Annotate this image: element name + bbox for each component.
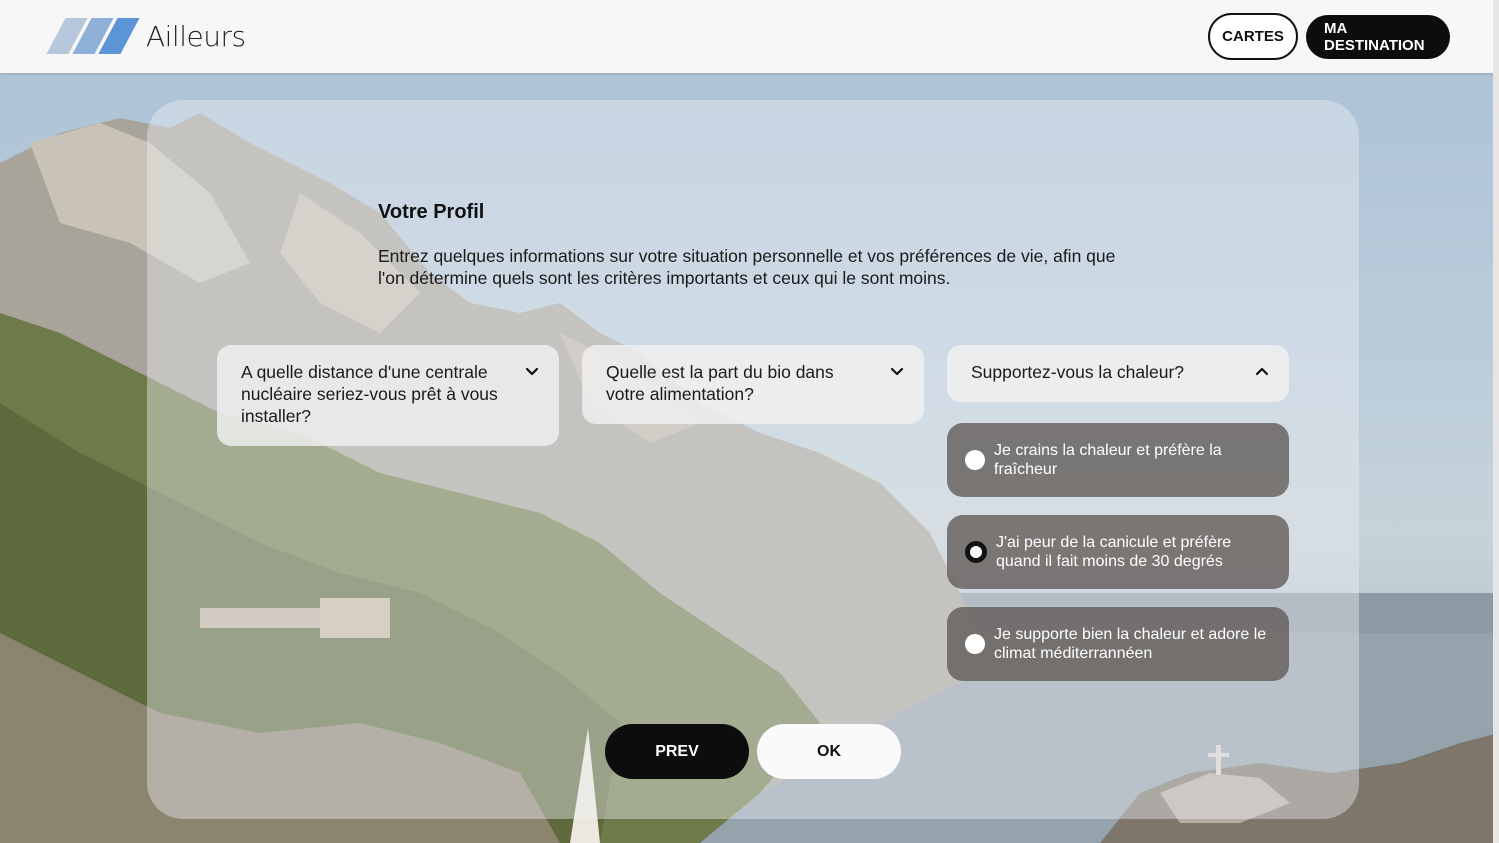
question-label: A quelle distance d'une centrale nucléai… — [241, 362, 498, 426]
logo-stripes-icon — [46, 18, 140, 54]
cartes-button[interactable]: CARTES — [1208, 13, 1298, 60]
heat-option-fear-heat[interactable]: Je crains la chaleur et préfère la fraîc… — [947, 423, 1289, 497]
radio-button[interactable] — [965, 450, 985, 470]
chevron-down-icon — [890, 367, 904, 376]
question-label: Quelle est la part du bio dans votre ali… — [606, 362, 834, 404]
question-organic-food[interactable]: Quelle est la part du bio dans votre ali… — [582, 345, 924, 424]
radio-button-selected[interactable] — [965, 541, 987, 563]
radio-button[interactable] — [965, 634, 985, 654]
prev-button[interactable]: PREV — [605, 724, 749, 779]
top-navigation-bar: Ailleurs CARTES MA DESTINATION — [0, 0, 1499, 73]
option-label: J'ai peur de la canicule et préfère quan… — [996, 534, 1232, 570]
brand-name: Ailleurs — [146, 19, 246, 53]
option-label: Je crains la chaleur et préfère la fraîc… — [994, 442, 1222, 478]
page-scrollbar[interactable] — [1493, 0, 1499, 843]
heat-option-love-heat[interactable]: Je supporte bien la chaleur et adore le … — [947, 607, 1289, 681]
page-title: Votre Profil — [378, 201, 485, 223]
header-nav: CARTES MA DESTINATION — [1208, 13, 1450, 60]
brand-logo[interactable]: Ailleurs — [46, 18, 246, 54]
question-nuclear-distance[interactable]: A quelle distance d'une centrale nucléai… — [217, 345, 559, 446]
chevron-down-icon — [525, 367, 539, 376]
chevron-up-icon — [1255, 367, 1269, 376]
question-heat-tolerance[interactable]: Supportez-vous la chaleur? — [947, 345, 1289, 402]
heat-option-fear-heatwave[interactable]: J'ai peur de la canicule et préfère quan… — [947, 515, 1289, 589]
intro-text: Entrez quelques informations sur votre s… — [378, 246, 1116, 288]
option-label: Je supporte bien la chaleur et adore le … — [994, 626, 1267, 662]
my-destination-button[interactable]: MA DESTINATION — [1306, 15, 1450, 59]
question-label: Supportez-vous la chaleur? — [971, 362, 1185, 382]
ok-button[interactable]: OK — [757, 724, 901, 779]
